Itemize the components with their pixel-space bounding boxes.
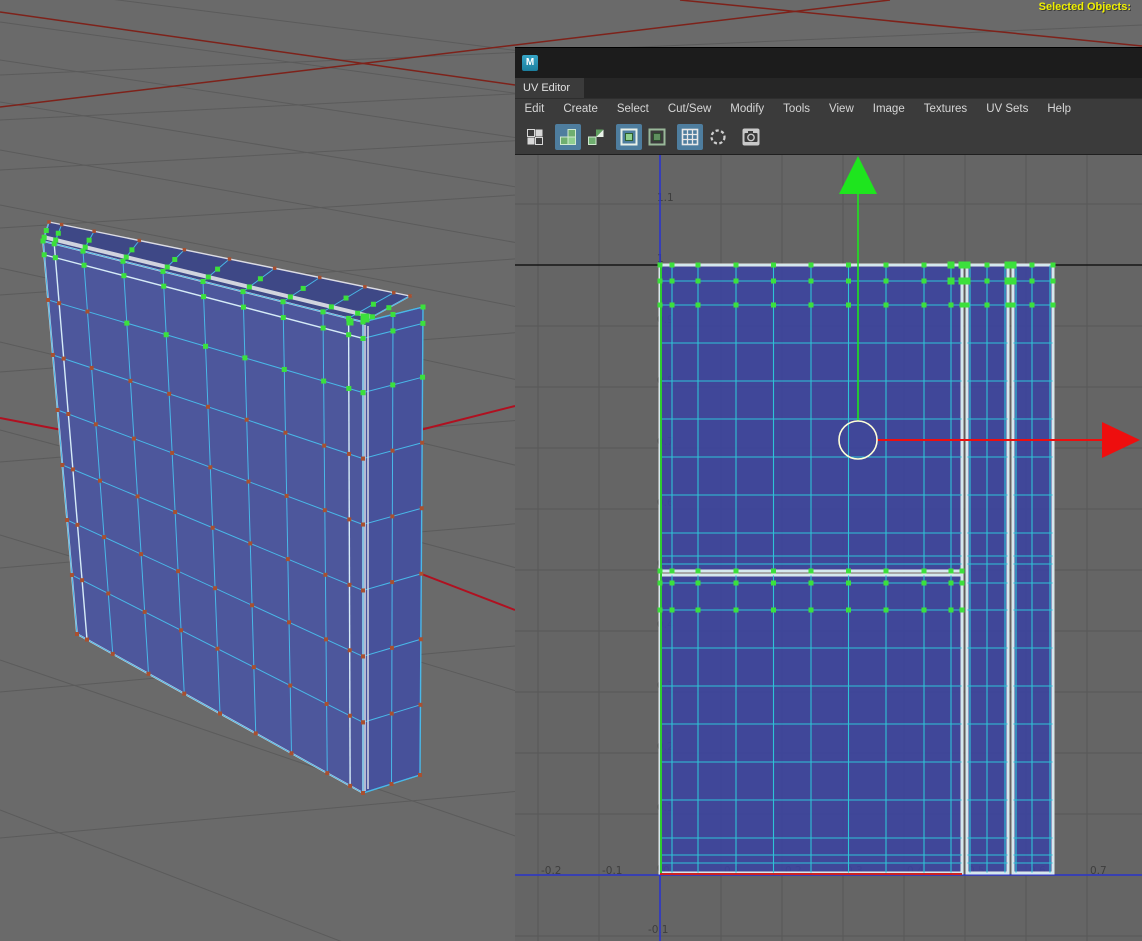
tab-strip: UV Editor <box>515 78 1142 98</box>
toolbar-button-uv-distortion[interactable] <box>583 124 609 150</box>
toolbar-button-texture-borders-on[interactable] <box>616 124 642 150</box>
uv-editor-window: M UV Editor EditCreateSelectCut/SewModif… <box>515 47 1142 941</box>
maya-screen: Selected Objects: M UV Editor EditCreate… <box>0 0 1142 941</box>
menu-create[interactable]: Create <box>554 103 608 115</box>
menu-cut-sew[interactable]: Cut/Sew <box>658 103 720 115</box>
border-square-icon <box>620 128 638 146</box>
split-shell-icon <box>587 128 605 146</box>
maya-app-icon: M <box>522 55 538 71</box>
uv-shells[interactable] <box>660 265 1053 873</box>
menu-select[interactable]: Select <box>607 103 658 115</box>
uv-canvas-area[interactable]: 1.110.90.80.70.60.50.40.30.20.10-0.1-0.2… <box>515 155 1142 941</box>
tab-uv-editor[interactable]: UV Editor <box>515 78 584 98</box>
toolbar-button-uv-snapshot[interactable] <box>738 124 764 150</box>
window-titlebar[interactable]: M <box>515 48 1142 78</box>
border-square-dim-icon <box>648 128 666 146</box>
toolbar-button-layout-quadrants[interactable] <box>522 124 548 150</box>
menu-modify[interactable]: Modify <box>721 103 774 115</box>
quadrant-checker-icon <box>526 128 544 146</box>
menu-tools[interactable]: Tools <box>774 103 820 115</box>
uv-canvas[interactable]: 1.110.90.80.70.60.50.40.30.20.10-0.1-0.2… <box>515 155 1142 941</box>
grid-icon <box>681 128 699 146</box>
toolbar-button-texture-borders-off[interactable] <box>644 124 670 150</box>
menu-uv-sets[interactable]: UV Sets <box>977 103 1038 115</box>
uv-editor-toolbar <box>515 119 1142 155</box>
dashed-circle-icon <box>709 128 727 146</box>
toolbar-button-pixel-snap[interactable] <box>705 124 731 150</box>
v-tick-label: -0.1 <box>648 924 669 936</box>
uv-editor-menubar: EditCreateSelectCut/SewModifyToolsViewIm… <box>515 98 1142 119</box>
menu-help[interactable]: Help <box>1038 103 1081 115</box>
toolbar-button-shaded-uv-shells[interactable] <box>555 124 581 150</box>
camera-icon <box>742 128 760 146</box>
hud-selected-objects: Selected Objects: <box>1039 1 1131 13</box>
green-shells-icon <box>559 128 577 146</box>
toolbar-button-pixel-grid[interactable] <box>677 124 703 150</box>
menu-image[interactable]: Image <box>863 103 914 115</box>
menu-textures[interactable]: Textures <box>914 103 976 115</box>
menu-edit[interactable]: Edit <box>515 103 554 115</box>
menu-view[interactable]: View <box>820 103 864 115</box>
